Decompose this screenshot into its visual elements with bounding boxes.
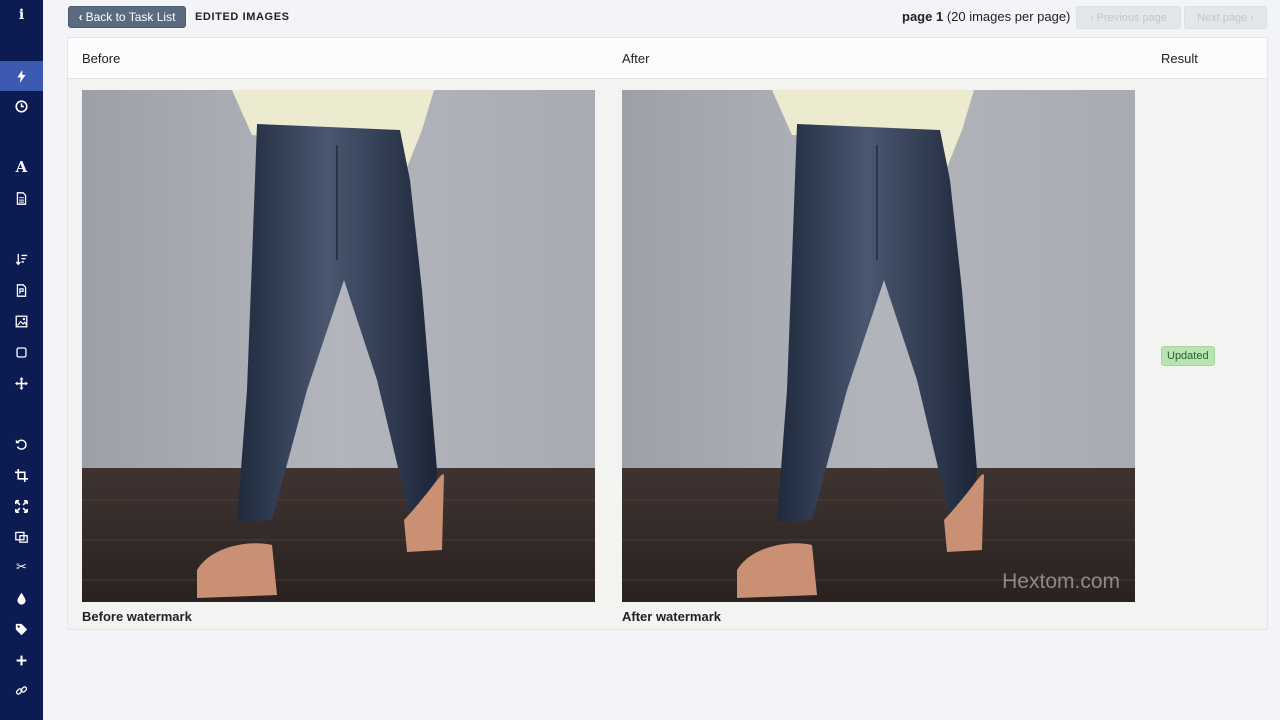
- square-icon[interactable]: [0, 337, 43, 367]
- link-icon[interactable]: [0, 675, 43, 705]
- after-caption: After watermark: [622, 609, 721, 624]
- page-number: page 1: [902, 9, 944, 24]
- table-header: Before After Result: [68, 38, 1267, 79]
- clock-icon[interactable]: [0, 91, 43, 121]
- rotate-icon[interactable]: [0, 429, 43, 459]
- jeans-photo-after: Hextom.com: [622, 90, 1135, 602]
- back-button-label: Back to Task List: [85, 10, 176, 24]
- image-icon[interactable]: [0, 306, 43, 336]
- column-header-result: Result: [1161, 51, 1198, 66]
- drop-icon[interactable]: [0, 583, 43, 613]
- scissors-icon[interactable]: ✂: [0, 552, 43, 582]
- move-icon[interactable]: [0, 368, 43, 398]
- document-icon[interactable]: [0, 183, 43, 213]
- crop-icon[interactable]: [0, 460, 43, 490]
- before-caption: Before watermark: [82, 609, 192, 624]
- tag-icon[interactable]: [0, 614, 43, 644]
- chevron-left-icon: ‹: [1090, 11, 1094, 24]
- previous-page-label: Previous page: [1096, 11, 1167, 24]
- column-header-after: After: [622, 51, 650, 66]
- edited-images-table: Before After Result Hextom.com Before wa…: [67, 37, 1268, 630]
- resize-icon[interactable]: [0, 521, 43, 551]
- after-image[interactable]: Hextom.com: [622, 90, 1135, 602]
- per-page-info: (20 images per page): [946, 9, 1071, 24]
- page-title: EDITED IMAGES: [195, 11, 290, 23]
- next-page-button[interactable]: Next page ›: [1184, 6, 1267, 29]
- next-page-label: Next page: [1197, 11, 1248, 24]
- chevron-left-icon: ‹: [78, 10, 83, 24]
- expand-icon[interactable]: [0, 491, 43, 521]
- watermark-text: Hextom.com: [1002, 570, 1120, 593]
- page-indicator: page 1 (20 images per page): [902, 9, 1070, 24]
- previous-page-button[interactable]: ‹ Previous page: [1076, 6, 1181, 29]
- file-icon[interactable]: [0, 275, 43, 305]
- chevron-right-icon: ›: [1250, 11, 1254, 24]
- jeans-photo-before: [82, 90, 595, 602]
- font-icon[interactable]: A: [0, 152, 43, 182]
- column-header-before: Before: [82, 51, 121, 66]
- status-badge: Updated: [1161, 346, 1215, 366]
- sidebar: i A ✂: [0, 0, 43, 720]
- before-image[interactable]: [82, 90, 595, 602]
- back-to-task-list-button[interactable]: ‹ Back to Task List: [68, 6, 186, 28]
- sort-icon[interactable]: [0, 244, 43, 274]
- info-icon[interactable]: i: [0, 0, 43, 30]
- plus-icon[interactable]: [0, 645, 43, 675]
- lightning-icon[interactable]: [0, 61, 43, 91]
